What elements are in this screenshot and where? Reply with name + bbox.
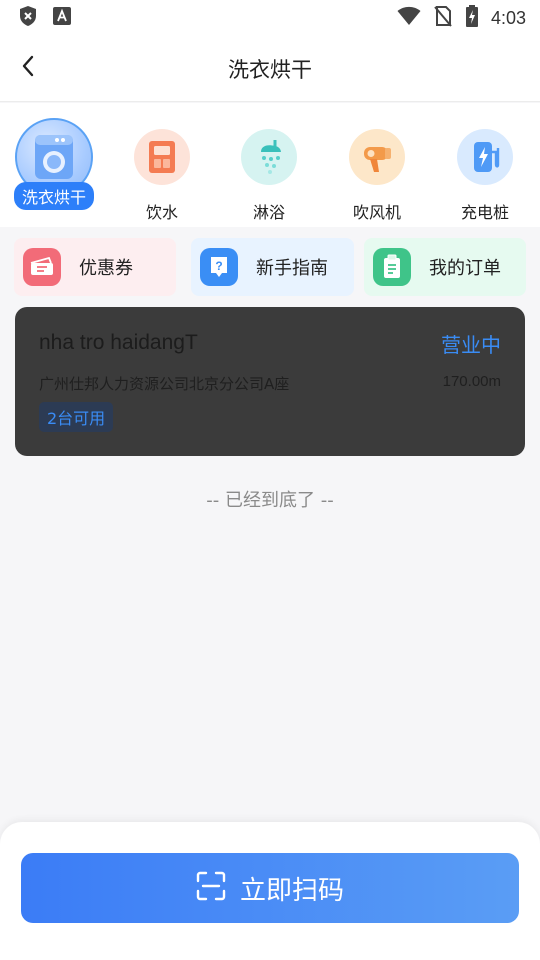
store-status: 营业中 — [441, 333, 501, 357]
no-sim-icon — [433, 5, 453, 31]
order-icon — [373, 248, 411, 286]
category-hair-dryer[interactable]: 吹风机 — [330, 111, 424, 225]
category-label: 淋浴 — [252, 203, 285, 222]
hair-dryer-icon — [349, 129, 405, 185]
category-label: 吹风机 — [352, 203, 401, 222]
wifi-icon — [397, 6, 421, 30]
status-time: 4:03 — [490, 7, 526, 28]
shortcut-label: 优惠券 — [79, 258, 133, 279]
available-badge: 2台可用 — [39, 402, 114, 432]
shower-icon — [241, 129, 297, 185]
store-address: 广州仕邦人力资源公司北京分公司A座 — [39, 375, 290, 393]
category-bar: 洗衣烘干 饮水 淋浴 吹风机 充电桩 — [0, 103, 540, 227]
status-left — [18, 5, 72, 31]
water-dispenser-icon — [134, 129, 190, 185]
chevron-left-icon — [20, 54, 36, 82]
store-name: nha tro haidangT — [39, 331, 198, 354]
svg-text:?: ? — [215, 259, 222, 273]
battery-charging-icon — [465, 5, 479, 31]
coupon-shortcut[interactable]: 优惠券 — [14, 238, 176, 296]
bottom-panel: 立即扫码 — [0, 822, 540, 960]
scan-button[interactable]: 立即扫码 — [21, 853, 519, 923]
category-shower[interactable]: 淋浴 — [222, 111, 316, 225]
scan-label: 立即扫码 — [239, 875, 344, 906]
header: 洗衣烘干 — [0, 36, 540, 102]
page-title: 洗衣烘干 — [228, 57, 312, 82]
status-right: 4:03 — [397, 5, 526, 31]
guide-shortcut[interactable]: ? 新手指南 — [191, 238, 354, 296]
store-distance: 170.00m — [442, 373, 501, 390]
end-of-list-note: -- 已经到底了 -- — [206, 490, 334, 511]
shield-icon — [18, 5, 38, 31]
coupon-icon — [23, 248, 61, 286]
shortcut-label: 新手指南 — [256, 258, 328, 279]
shortcut-row: 优惠券 ? 新手指南 我的订单 — [14, 238, 526, 296]
store-card[interactable]: nha tro haidangT 营业中 广州仕邦人力资源公司北京分公司A座 1… — [15, 307, 525, 456]
scan-icon — [196, 871, 226, 905]
order-shortcut[interactable]: 我的订单 — [364, 238, 526, 296]
back-button[interactable] — [8, 48, 48, 88]
category-laundry[interactable]: 洗衣烘干 — [7, 111, 101, 225]
help-icon: ? — [200, 248, 238, 286]
app-root: 4:03 洗衣烘干 洗衣烘干 饮水 淋浴 吹风机 充电桩 优惠券 ? 新手指南 … — [0, 0, 540, 960]
status-bar: 4:03 — [0, 0, 540, 36]
font-icon — [52, 6, 72, 30]
category-label: 饮水 — [145, 203, 178, 222]
category-charging[interactable]: 充电桩 — [438, 111, 532, 225]
category-label: 洗衣烘干 — [13, 182, 94, 210]
category-label: 充电桩 — [460, 203, 509, 222]
category-water[interactable]: 饮水 — [115, 111, 209, 225]
shortcut-label: 我的订单 — [429, 258, 501, 279]
charging-pile-icon — [457, 129, 513, 185]
